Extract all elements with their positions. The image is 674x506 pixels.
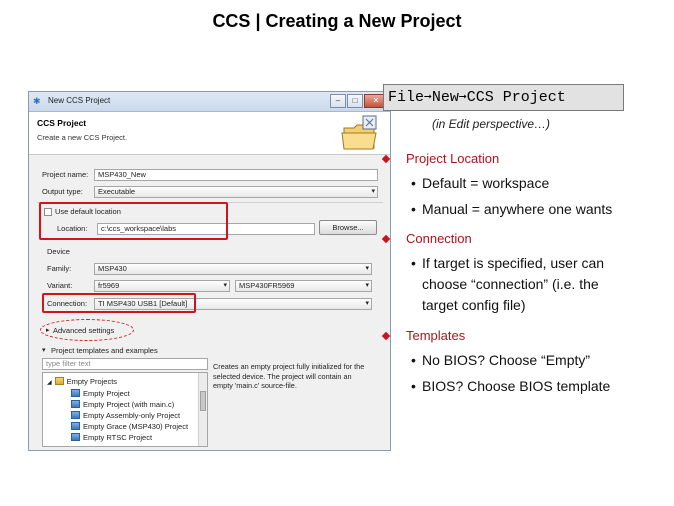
list-item[interactable]: Empty Project — [71, 389, 130, 398]
folder-icon — [54, 377, 64, 385]
menu-ccs-project: CCS Project — [466, 89, 566, 106]
collapse-arrow-icon: ▾ — [42, 347, 46, 354]
output-type-label: Output type: — [42, 187, 83, 196]
section-connection: Connection — [406, 231, 472, 246]
app-icon: ✱ — [33, 96, 41, 106]
chevron-down-icon: ▾ — [365, 282, 369, 289]
variant-filter-value: fr5969 — [98, 281, 120, 290]
perspective-note: (in Edit perspective…) — [432, 117, 551, 131]
bullet-bios: • BIOS? Choose BIOS template — [411, 378, 611, 394]
project-icon — [71, 389, 80, 397]
variant-select[interactable]: MSP430FR5969 ▾ — [235, 280, 372, 292]
menu-path: File➞New➞CCS Project — [383, 84, 624, 111]
project-icon — [71, 422, 80, 430]
bullet-manual: • Manual = anywhere one wants — [411, 201, 613, 217]
window-title: New CCS Project — [48, 96, 111, 105]
chevron-down-icon: ▾ — [365, 300, 369, 307]
list-item[interactable]: Empty Project (with main.c) — [71, 400, 174, 409]
templates-label: Project templates and examples — [51, 346, 158, 355]
list-item[interactable]: Empty RTSC Project — [71, 433, 152, 442]
dialog-titlebar: ✱ New CCS Project – □ ✕ — [29, 92, 390, 112]
tree-scrollbar[interactable] — [198, 373, 207, 446]
chevron-down-icon: ▾ — [223, 282, 227, 289]
bullet-connection-line3: target config file) — [422, 297, 526, 313]
list-item[interactable]: ◢ Empty Projects — [47, 377, 117, 386]
family-label: Family: — [47, 264, 72, 273]
bullet-connection-line2: choose “connection” (i.e. the — [422, 276, 599, 292]
dialog-header: CCS Project Create a new CCS Project. — [29, 112, 390, 155]
new-ccs-project-dialog: ✱ New CCS Project – □ ✕ CCS Project Crea… — [28, 91, 391, 451]
template-description: Creates an empty project fully initializ… — [213, 362, 365, 390]
menu-new: New — [431, 89, 459, 106]
browse-button[interactable]: Browse... — [319, 220, 377, 235]
dialog-heading: CCS Project — [37, 118, 87, 128]
list-item[interactable]: Empty Assembly-only Project — [71, 411, 180, 420]
chevron-down-icon: ▾ — [365, 265, 369, 272]
variant-filter-select[interactable]: fr5969 ▾ — [94, 280, 230, 292]
project-name-input[interactable]: MSP430_New — [94, 169, 378, 181]
chevron-down-icon: ▾ — [371, 188, 375, 195]
bullet-default-workspace: • Default = workspace — [411, 175, 550, 191]
highlight-connection — [42, 293, 196, 313]
folder-wizard-icon — [341, 115, 377, 150]
templates-tree: ◢ Empty Projects Empty Project Empty Proj… — [42, 372, 208, 447]
project-icon — [71, 400, 80, 408]
dialog-subheading: Create a new CCS Project. — [37, 133, 128, 142]
project-icon — [71, 411, 80, 419]
highlight-location — [39, 202, 228, 240]
bullet-no-bios: • No BIOS? Choose “Empty” — [411, 352, 591, 368]
minimize-button[interactable]: – — [330, 94, 346, 108]
family-select[interactable]: MSP430 ▾ — [94, 263, 372, 275]
maximize-button[interactable]: □ — [347, 94, 363, 108]
project-name-label: Project name: — [42, 170, 89, 179]
output-type-value: Executable — [98, 187, 136, 196]
project-icon — [71, 433, 80, 441]
highlight-advanced — [40, 319, 134, 341]
arrow-right-icon: ➞ — [458, 90, 467, 105]
family-value: MSP430 — [98, 264, 127, 273]
variant-label: Variant: — [47, 281, 73, 290]
filter-input[interactable]: type filter text — [42, 358, 208, 370]
section-templates: Templates — [406, 328, 466, 343]
scrollbar-thumb[interactable] — [200, 391, 206, 411]
section-project-location: Project Location — [406, 151, 500, 166]
variant-value: MSP430FR5969 — [239, 281, 295, 290]
bullet-connection: • If target is specified, user can — [411, 255, 605, 271]
output-type-select[interactable]: Executable ▾ — [94, 186, 378, 198]
device-group-label: Device — [47, 247, 70, 256]
arrow-right-icon: ➞ — [424, 90, 432, 105]
list-item[interactable]: Empty Grace (MSP430) Project — [71, 422, 188, 431]
menu-file: File — [388, 89, 425, 106]
collapse-arrow-icon: ◢ — [47, 380, 52, 386]
slide-title: CCS | Creating a New Project — [212, 11, 462, 31]
